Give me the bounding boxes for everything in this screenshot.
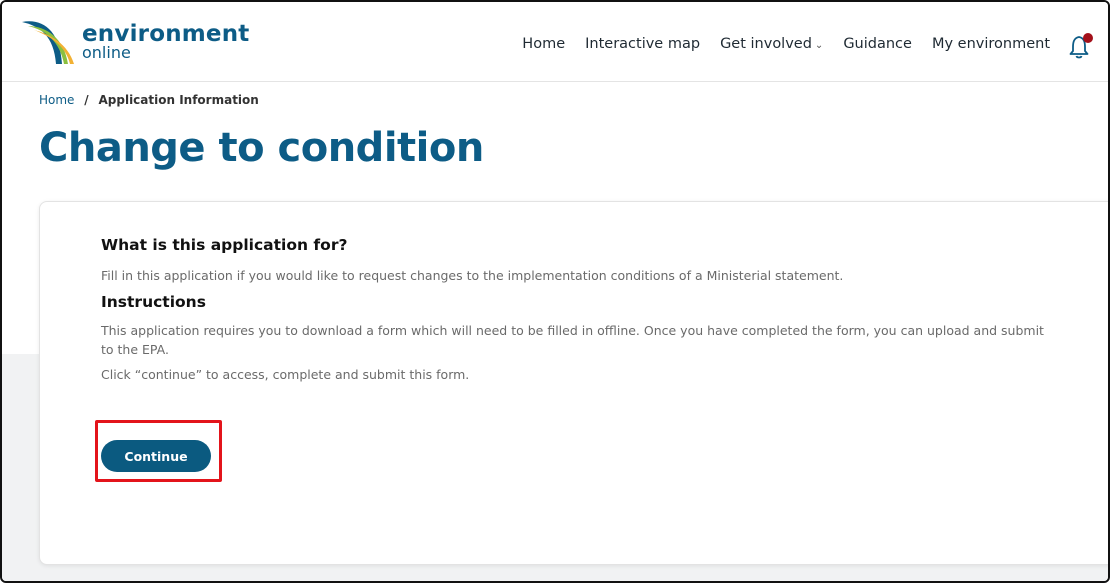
chevron-down-icon: ⌄ — [814, 40, 824, 51]
instructions-text-1: This application requires you to downloa… — [101, 323, 1044, 357]
browser-frame: environment online Home Interactive map … — [0, 0, 1110, 583]
instructions-heading: Instructions — [101, 293, 206, 311]
breadcrumb-separator: / — [84, 93, 89, 107]
nav-my-environment[interactable]: My environment — [932, 36, 1050, 52]
site-logo[interactable]: environment online — [20, 16, 250, 68]
site-header: environment online Home Interactive map … — [2, 2, 1108, 82]
nav-home[interactable]: Home — [522, 36, 565, 52]
logo-sub-text: online — [82, 43, 131, 62]
nav-get-involved-label: Get involved — [720, 36, 812, 52]
purpose-heading: What is this application for? — [101, 236, 348, 254]
bell-icon — [1069, 33, 1093, 59]
application-info-card: What is this application for? Fill in th… — [39, 201, 1108, 565]
notification-badge — [1083, 33, 1093, 43]
nav-guidance[interactable]: Guidance — [843, 36, 912, 52]
logo-swoosh-icon — [22, 21, 74, 64]
breadcrumb-current: Application Information — [98, 93, 259, 107]
notifications-button[interactable] — [1068, 32, 1094, 60]
breadcrumb: Home / Application Information — [39, 93, 259, 107]
continue-button[interactable]: Continue — [101, 440, 211, 472]
nav-get-involved[interactable]: Get involved ⌄ — [720, 36, 823, 52]
page-title: Change to condition — [39, 125, 484, 171]
breadcrumb-home[interactable]: Home — [39, 93, 74, 107]
purpose-text: Fill in this application if you would li… — [101, 268, 844, 283]
instructions-text-2: Click “continue” to access, complete and… — [101, 367, 470, 382]
main-nav: Home Interactive map Get involved ⌄ Guida… — [502, 36, 1050, 52]
nav-interactive-map[interactable]: Interactive map — [585, 36, 700, 52]
